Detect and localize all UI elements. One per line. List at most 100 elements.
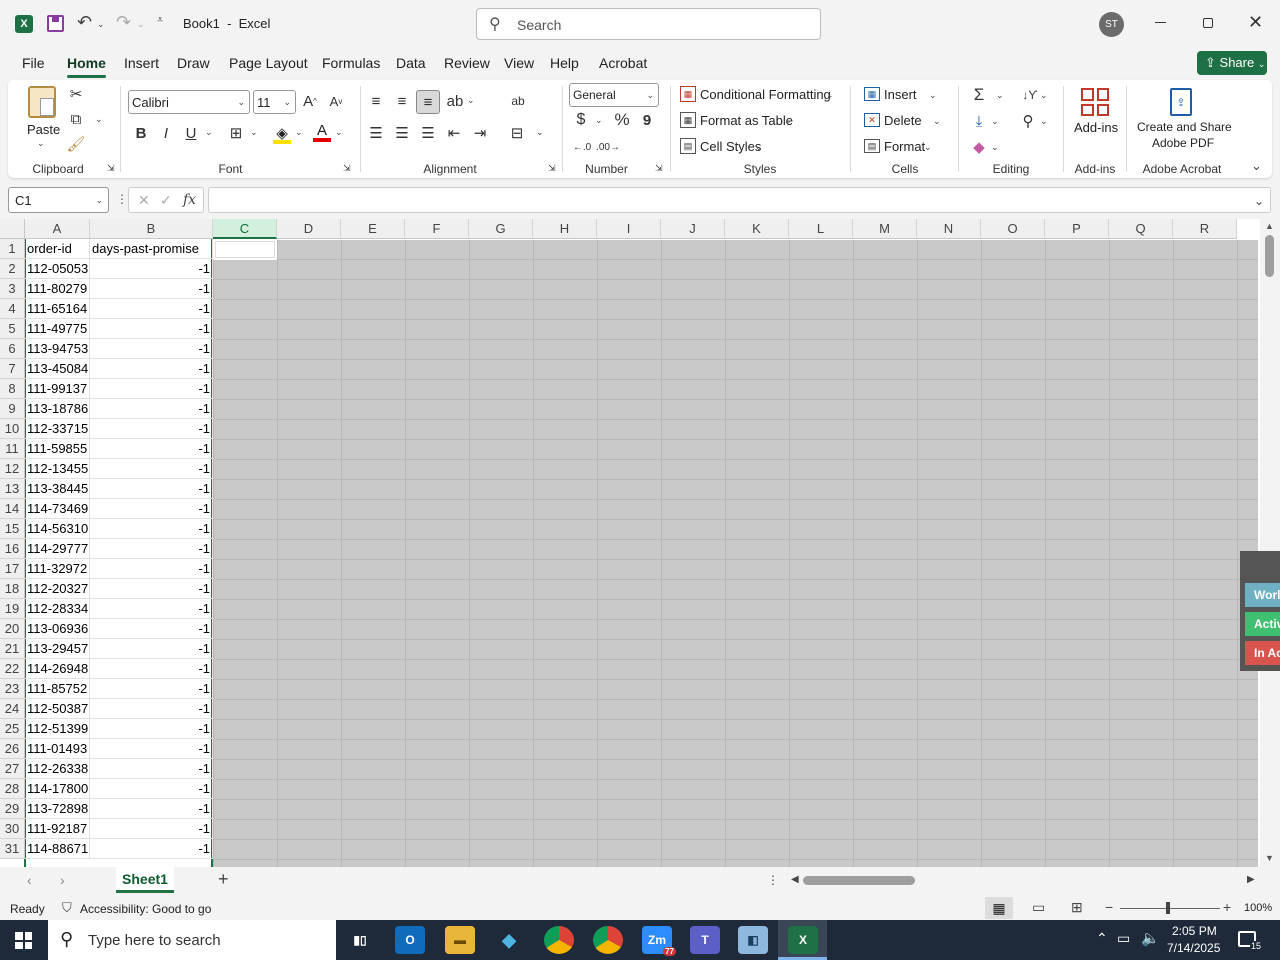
cell-order-id[interactable]: 112-51399 (25, 719, 90, 739)
row-header[interactable]: 24 (0, 699, 25, 719)
row-header[interactable]: 4 (0, 299, 25, 319)
column-header-o[interactable]: O (981, 219, 1045, 239)
row-header[interactable]: 7 (0, 359, 25, 379)
network-icon[interactable]: ▭ (1117, 930, 1130, 947)
decrease-indent-icon[interactable]: ⇤ (445, 124, 463, 142)
alignment-launcher-icon[interactable]: ⇲ (548, 163, 556, 174)
row-header[interactable]: 3 (0, 279, 25, 299)
header-cell-days-past-promise[interactable]: days-past-promise (90, 239, 213, 259)
row-header[interactable]: 20 (0, 619, 25, 639)
outlook-icon[interactable]: O (395, 926, 425, 954)
accessibility-icon[interactable]: ⛉ (62, 900, 72, 916)
format-as-table-icon[interactable]: ▦ (680, 112, 696, 128)
cell-days-past-promise[interactable]: -1 (90, 319, 213, 339)
zoom-level[interactable]: 100% (1244, 902, 1272, 914)
tab-insert[interactable]: Insert (124, 55, 159, 71)
delete-cells-icon[interactable]: ✕ (864, 113, 880, 127)
cell-days-past-promise[interactable]: -1 (90, 799, 213, 819)
conditional-formatting-button[interactable]: Conditional Formatting (700, 87, 831, 102)
cell-order-id[interactable]: 113-72898 (25, 799, 90, 819)
cell-days-past-promise[interactable]: -1 (90, 819, 213, 839)
cell-days-past-promise[interactable]: -1 (90, 279, 213, 299)
align-middle-icon[interactable]: ≡ (393, 92, 411, 110)
cell-order-id[interactable]: 111-49775 (25, 319, 90, 339)
autosum-icon[interactable]: Σ (970, 85, 988, 104)
excel-taskbar-active[interactable]: X (778, 920, 827, 960)
cell-days-past-promise[interactable]: -1 (90, 599, 213, 619)
cancel-icon[interactable]: ✕ (138, 192, 150, 209)
fill-color-dropdown-icon[interactable]: ⌄ (295, 127, 303, 138)
side-panel-item-active[interactable]: Activ (1245, 612, 1280, 636)
row-header[interactable]: 17 (0, 559, 25, 579)
cell-days-past-promise[interactable]: -1 (90, 499, 213, 519)
next-sheet-icon[interactable]: › (60, 872, 65, 888)
save-icon[interactable] (47, 15, 64, 32)
chevron-down-icon[interactable]: ⌄ (1040, 116, 1048, 127)
row-header[interactable]: 28 (0, 779, 25, 799)
sheet-tab-sheet1[interactable]: Sheet1 (116, 867, 174, 893)
page-layout-view-icon[interactable]: ▭ (1032, 899, 1045, 916)
create-share-pdf-line2[interactable]: Adobe PDF (1152, 136, 1214, 150)
cell-order-id[interactable]: 112-13455 (25, 459, 90, 479)
align-bottom-icon[interactable]: ≡ (416, 90, 440, 114)
copy-icon[interactable]: ⧉ (68, 111, 84, 128)
cell-order-id[interactable]: 111-99137 (25, 379, 90, 399)
chevron-down-icon[interactable]: ⌄ (991, 142, 999, 153)
borders-dropdown-icon[interactable]: ⌄ (250, 127, 258, 138)
add-ins-button[interactable]: Add-ins (1074, 120, 1118, 135)
cell-days-past-promise[interactable]: -1 (90, 479, 213, 499)
cell-order-id[interactable]: 112-05053 (25, 259, 90, 279)
row-header[interactable]: 27 (0, 759, 25, 779)
task-view-icon[interactable]: ▮▯ (345, 926, 375, 954)
cell-order-id[interactable]: 114-56310 (25, 519, 90, 539)
chevron-down-icon[interactable]: ⌄ (1040, 90, 1048, 101)
collapse-ribbon-icon[interactable]: ⌄ (1251, 158, 1262, 174)
cell-order-id[interactable]: 113-38445 (25, 479, 90, 499)
column-header-g[interactable]: G (469, 219, 533, 239)
row-header[interactable]: 14 (0, 499, 25, 519)
format-cells-button[interactable]: Format (884, 139, 925, 154)
row-header[interactable]: 30 (0, 819, 25, 839)
cell-days-past-promise[interactable]: -1 (90, 739, 213, 759)
cell-order-id[interactable]: 112-20327 (25, 579, 90, 599)
merge-dropdown-icon[interactable]: ⌄ (536, 127, 544, 138)
cell-order-id[interactable]: 112-50387 (25, 699, 90, 719)
tab-page-layout[interactable]: Page Layout (229, 55, 308, 71)
app-diamond-icon[interactable]: ◆ (494, 926, 524, 954)
tab-split-handle[interactable]: ⋮ (767, 873, 779, 887)
paste-dropdown-icon[interactable]: ⌄ (37, 138, 45, 149)
row-header[interactable]: 31 (0, 839, 25, 859)
avatar[interactable]: ST (1099, 12, 1124, 37)
cell-days-past-promise[interactable]: -1 (90, 759, 213, 779)
zoom-slider-thumb[interactable] (1166, 902, 1170, 914)
increase-indent-icon[interactable]: ⇥ (471, 124, 489, 142)
chevron-down-icon[interactable]: ⌄ (991, 116, 999, 127)
clear-icon[interactable]: ◆ (970, 138, 988, 156)
comma-button[interactable]: 9 (640, 110, 654, 130)
tab-file[interactable]: File (22, 55, 45, 71)
sort-filter-icon[interactable]: ↓Ƴ (1019, 86, 1041, 104)
vertical-scroll-thumb[interactable] (1265, 235, 1274, 277)
conditional-formatting-icon[interactable]: ▦ (680, 86, 696, 102)
cell-days-past-promise[interactable]: -1 (90, 299, 213, 319)
paste-button[interactable]: Paste (27, 122, 60, 137)
cell-days-past-promise[interactable]: -1 (90, 379, 213, 399)
format-as-table-button[interactable]: Format as Table (700, 113, 793, 128)
share-button[interactable]: ⇪ Share ⌄ (1197, 51, 1267, 75)
font-launcher-icon[interactable]: ⇲ (343, 163, 351, 174)
cell-order-id[interactable]: 114-26948 (25, 659, 90, 679)
increase-font-icon[interactable]: A ^ (301, 92, 319, 110)
row-header[interactable]: 8 (0, 379, 25, 399)
row-header[interactable]: 13 (0, 479, 25, 499)
column-header-l[interactable]: L (789, 219, 853, 239)
teams-icon[interactable]: T (690, 926, 720, 954)
cell-order-id[interactable]: 111-59855 (25, 439, 90, 459)
cell-order-id[interactable]: 111-80279 (25, 279, 90, 299)
row-header[interactable]: 1 (0, 239, 25, 259)
align-right-icon[interactable]: ☰ (419, 124, 437, 142)
insert-cells-button[interactable]: Insert (884, 87, 917, 102)
chevron-down-icon[interactable]: ⌄ (933, 116, 941, 127)
cell-order-id[interactable]: 113-06936 (25, 619, 90, 639)
cell-styles-button[interactable]: Cell Styles (700, 139, 761, 154)
font-color-dropdown-icon[interactable]: ⌄ (335, 127, 343, 138)
